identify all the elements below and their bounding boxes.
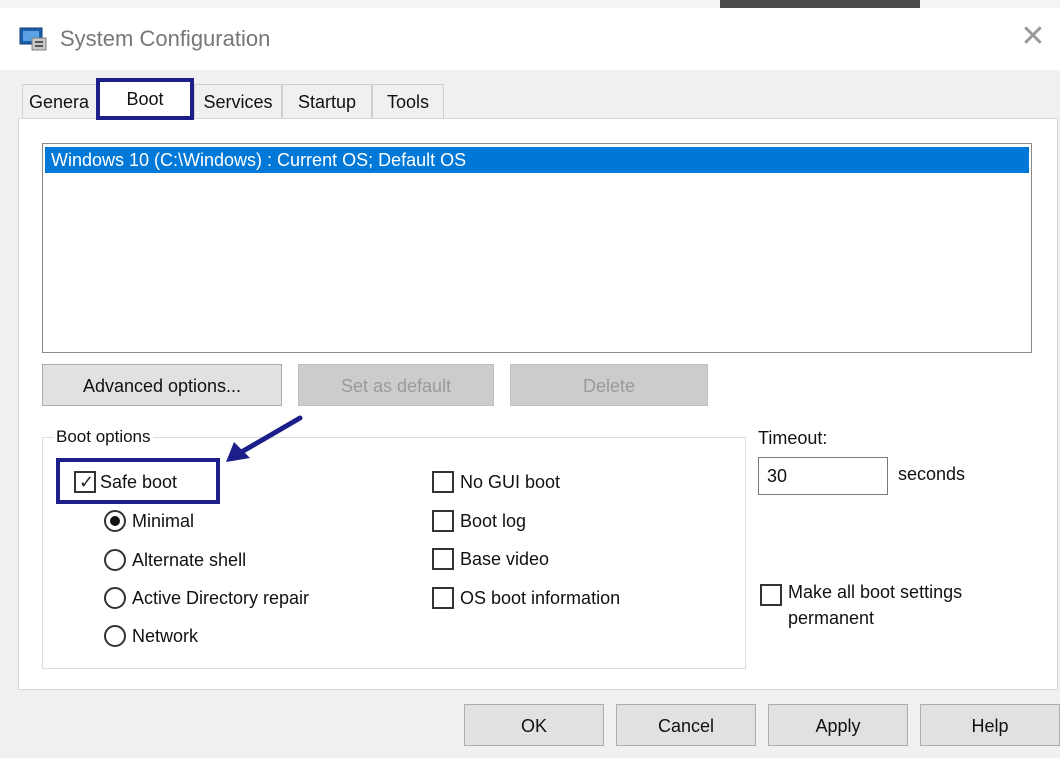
tab-startup[interactable]: Startup bbox=[282, 84, 372, 118]
delete-button[interactable]: Delete bbox=[510, 364, 708, 406]
tab-tools[interactable]: Tools bbox=[372, 84, 444, 118]
make-permanent-label-line1: Make all boot settings bbox=[788, 582, 963, 602]
window-title: System Configuration bbox=[60, 26, 271, 51]
no-gui-boot-checkbox[interactable] bbox=[432, 471, 454, 493]
radio-network-label: Network bbox=[132, 626, 199, 646]
make-permanent-checkbox[interactable] bbox=[760, 584, 782, 606]
radio-network[interactable] bbox=[104, 625, 126, 647]
radio-minimal-label: Minimal bbox=[132, 511, 195, 531]
base-video-checkbox[interactable] bbox=[432, 548, 454, 570]
cancel-button[interactable]: Cancel bbox=[616, 704, 756, 746]
ok-button[interactable]: OK bbox=[464, 704, 604, 746]
radio-selected-dot bbox=[110, 516, 120, 526]
timeout-label: Timeout: bbox=[758, 428, 828, 448]
os-list[interactable]: Windows 10 (C:\Windows) : Current OS; De… bbox=[42, 143, 1032, 353]
tab-services[interactable]: Services bbox=[194, 84, 282, 118]
help-button[interactable]: Help bbox=[920, 704, 1060, 746]
no-gui-boot-label: No GUI boot bbox=[460, 472, 561, 492]
background-strip bbox=[0, 0, 1060, 8]
tab-general[interactable]: Genera bbox=[22, 84, 102, 118]
background-strip-dark bbox=[720, 0, 920, 8]
make-permanent-label-line2: permanent bbox=[788, 608, 875, 628]
radio-minimal[interactable] bbox=[104, 510, 126, 532]
system-config-icon bbox=[19, 27, 47, 51]
apply-button[interactable]: Apply bbox=[768, 704, 908, 746]
set-as-default-button[interactable]: Set as default bbox=[298, 364, 494, 406]
tab-boot[interactable]: Boot bbox=[96, 78, 194, 120]
os-boot-information-label: OS boot information bbox=[460, 588, 621, 608]
boot-log-label: Boot log bbox=[460, 511, 527, 531]
boot-options-legend: Boot options bbox=[54, 427, 153, 447]
annotation-arrow bbox=[226, 415, 303, 462]
os-list-item[interactable]: Windows 10 (C:\Windows) : Current OS; De… bbox=[45, 147, 1029, 173]
advanced-options-button[interactable]: Advanced options... bbox=[42, 364, 282, 406]
radio-alternate-shell[interactable] bbox=[104, 549, 126, 571]
boot-log-checkbox[interactable] bbox=[432, 510, 454, 532]
base-video-label: Base video bbox=[460, 549, 550, 569]
radio-active-directory-repair[interactable] bbox=[104, 587, 126, 609]
timeout-unit-label: seconds bbox=[898, 464, 966, 484]
timeout-input[interactable]: 30 bbox=[758, 457, 888, 495]
close-icon[interactable]: ✕ bbox=[1018, 22, 1048, 52]
os-boot-information-checkbox[interactable] bbox=[432, 587, 454, 609]
radio-active-directory-repair-label: Active Directory repair bbox=[132, 588, 310, 608]
radio-alternate-shell-label: Alternate shell bbox=[132, 550, 247, 570]
annotation-highlight-safe-boot bbox=[56, 458, 220, 504]
